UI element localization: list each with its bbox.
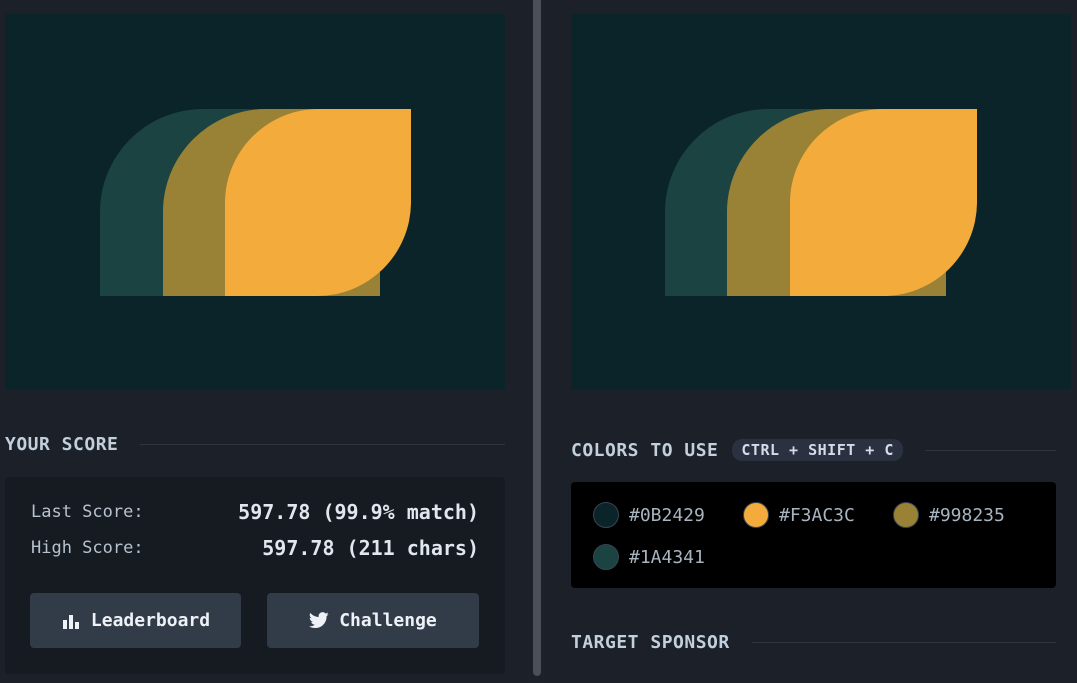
high-score-row: High Score: 597.78 (211 chars): [31, 535, 479, 561]
color-hex: #1A4341: [629, 546, 705, 568]
color-swatch[interactable]: #1A4341: [593, 544, 705, 570]
bar-chart-icon: [61, 613, 81, 629]
last-score-value: 597.78 (99.9% match): [238, 500, 479, 524]
sponsor-title: TARGET SPONSOR: [571, 631, 730, 653]
panel-divider[interactable]: [529, 0, 545, 683]
shape-orange: [225, 109, 411, 296]
last-score-row: Last Score: 597.78 (99.9% match): [31, 499, 479, 525]
output-panel: YOUR SCORE Last Score: 597.78 (99.9% mat…: [0, 0, 528, 683]
color-palette: #0B2429 #F3AC3C #998235 #1A4341: [571, 482, 1056, 588]
color-dot: [593, 544, 619, 570]
challenge-button[interactable]: Challenge: [267, 593, 479, 648]
color-dot: [893, 502, 919, 528]
last-score-label: Last Score:: [31, 502, 144, 522]
target-sponsor-heading: TARGET SPONSOR: [571, 629, 1056, 655]
target-panel: COLORS TO USE CTRL + SHIFT + C #0B2429 #…: [545, 0, 1077, 683]
colors-heading: COLORS TO USE CTRL + SHIFT + C: [571, 437, 1056, 463]
leaderboard-label: Leaderboard: [90, 610, 211, 631]
target-shape-orange: [790, 109, 977, 296]
shortcut-badge: CTRL + SHIFT + C: [732, 439, 903, 461]
your-score-heading: YOUR SCORE: [5, 431, 505, 457]
resize-handle[interactable]: [533, 0, 541, 676]
color-swatch[interactable]: #F3AC3C: [743, 502, 855, 528]
color-dot: [593, 502, 619, 528]
challenge-label: Challenge: [339, 610, 437, 631]
colors-title: COLORS TO USE: [571, 439, 719, 461]
heading-rule: [140, 443, 505, 445]
output-canvas: [5, 14, 505, 389]
color-swatch[interactable]: #998235: [893, 502, 1005, 528]
color-hex: #0B2429: [629, 504, 705, 526]
your-score-title: YOUR SCORE: [5, 433, 119, 455]
heading-rule: [924, 449, 1056, 451]
score-card: Last Score: 597.78 (99.9% match) High Sc…: [5, 477, 505, 674]
twitter-icon: [309, 612, 329, 629]
color-swatch[interactable]: #0B2429: [593, 502, 705, 528]
color-hex: #F3AC3C: [779, 504, 855, 526]
leaderboard-button[interactable]: Leaderboard: [30, 593, 241, 648]
target-canvas: [571, 14, 1071, 389]
color-dot: [743, 502, 769, 528]
high-score-label: High Score:: [31, 538, 144, 558]
color-hex: #998235: [929, 504, 1005, 526]
heading-rule: [751, 641, 1056, 643]
high-score-value: 597.78 (211 chars): [262, 536, 479, 560]
